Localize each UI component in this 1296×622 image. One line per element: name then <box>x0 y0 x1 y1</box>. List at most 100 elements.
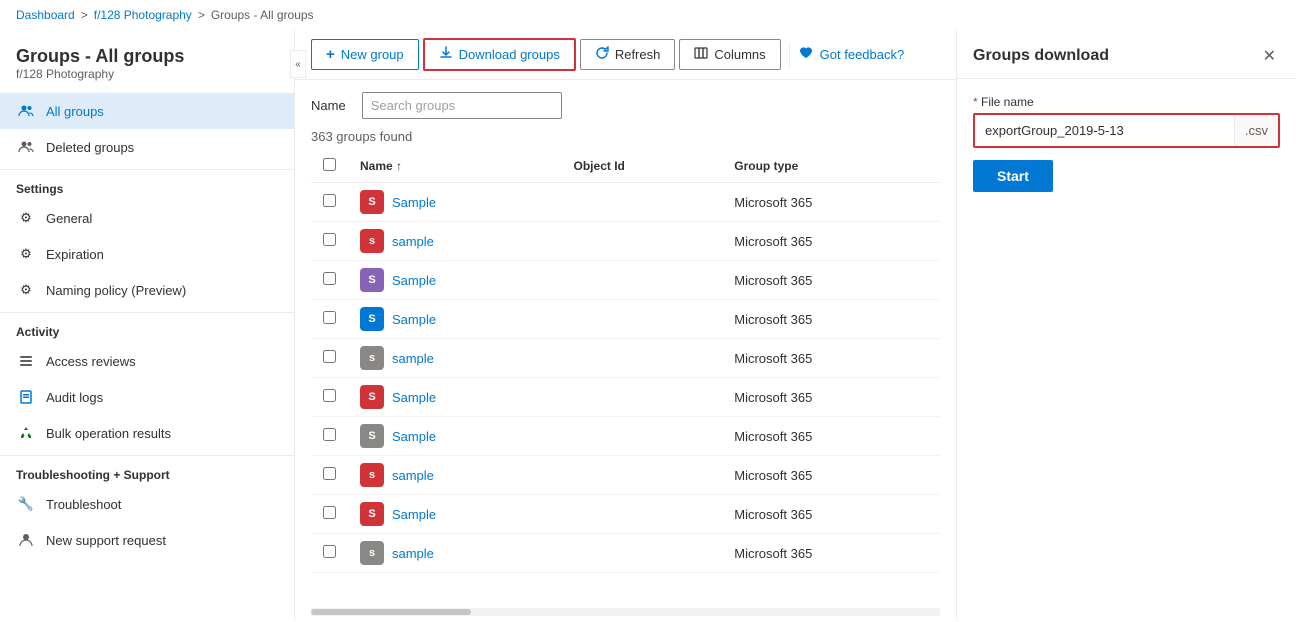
sidebar-item-audit-logs[interactable]: Audit logs <box>0 379 294 415</box>
select-all-checkbox[interactable] <box>323 158 336 171</box>
sidebar-item-naming-policy[interactable]: ⚙ Naming policy (Preview) <box>0 272 294 308</box>
group-name-link[interactable]: sample <box>392 468 434 483</box>
group-name-link[interactable]: Sample <box>392 429 436 444</box>
panel-close-button[interactable]: ✕ <box>1259 44 1280 68</box>
download-groups-button[interactable]: Download groups <box>423 38 576 71</box>
name-column-header: Name ↑ <box>348 150 562 183</box>
group-name-link[interactable]: sample <box>392 351 434 366</box>
sidebar-collapse-button[interactable]: « <box>290 50 306 78</box>
columns-icon <box>694 46 708 63</box>
sidebar-item-all-groups[interactable]: All groups <box>0 93 294 129</box>
group-type-cell: Microsoft 365 <box>722 378 940 417</box>
panel-body: * File name .csv Start <box>957 79 1296 208</box>
breadcrumb: Dashboard > f/128 Photography > Groups -… <box>0 0 1296 30</box>
file-name-input[interactable] <box>975 115 1234 146</box>
horizontal-scrollbar[interactable] <box>311 608 940 616</box>
page-title-area: Groups - All groups f/128 Photography <box>0 38 294 85</box>
result-count: 363 groups found <box>311 123 940 150</box>
table-row: s sample Microsoft 365 <box>311 534 940 573</box>
row-checkbox-9[interactable] <box>323 545 336 558</box>
row-checkbox-cell <box>311 495 348 534</box>
object-id-cell <box>562 456 723 495</box>
row-checkbox-1[interactable] <box>323 233 336 246</box>
gear-icon: ⚙ <box>16 208 36 228</box>
row-checkbox-2[interactable] <box>323 272 336 285</box>
plus-icon: + <box>326 46 335 63</box>
object-id-cell <box>562 339 723 378</box>
sidebar-item-new-support[interactable]: New support request <box>0 522 294 558</box>
group-type-cell: Microsoft 365 <box>722 222 940 261</box>
row-checkbox-cell <box>311 183 348 222</box>
group-name-link[interactable]: sample <box>392 234 434 249</box>
row-checkbox-3[interactable] <box>323 311 336 324</box>
object-id-cell <box>562 378 723 417</box>
breadcrumb-dashboard[interactable]: Dashboard <box>16 8 75 22</box>
table-row: S Sample Microsoft 365 <box>311 417 940 456</box>
start-button[interactable]: Start <box>973 160 1053 192</box>
name-cell: s sample <box>348 456 562 495</box>
group-name-link[interactable]: Sample <box>392 507 436 522</box>
page-subtitle: f/128 Photography <box>16 67 278 81</box>
group-name-link[interactable]: Sample <box>392 390 436 405</box>
all-groups-label: All groups <box>46 104 104 119</box>
columns-button[interactable]: Columns <box>679 39 780 70</box>
expiration-label: Expiration <box>46 247 104 262</box>
group-name-link[interactable]: sample <box>392 546 434 561</box>
row-checkbox-0[interactable] <box>323 194 336 207</box>
naming-policy-label: Naming policy (Preview) <box>46 283 186 298</box>
group-name-link[interactable]: Sample <box>392 312 436 327</box>
select-all-header <box>311 150 348 183</box>
person-support-icon <box>16 530 36 550</box>
name-cell: S Sample <box>348 261 562 300</box>
table-row: s sample Microsoft 365 <box>311 456 940 495</box>
row-checkbox-6[interactable] <box>323 428 336 441</box>
scrollbar-thumb[interactable] <box>311 609 471 615</box>
object-id-cell <box>562 417 723 456</box>
filter-row: Name <box>311 80 940 123</box>
row-checkbox-cell <box>311 456 348 495</box>
row-checkbox-4[interactable] <box>323 350 336 363</box>
file-name-input-row: .csv <box>973 113 1280 148</box>
page-title: Groups - All groups <box>16 46 278 67</box>
object-id-cell <box>562 495 723 534</box>
name-cell: s sample <box>348 339 562 378</box>
sidebar-item-bulk-operations[interactable]: Bulk operation results <box>0 415 294 451</box>
feedback-label: Got feedback? <box>820 47 905 62</box>
sidebar-item-general[interactable]: ⚙ General <box>0 200 294 236</box>
search-groups-input[interactable] <box>362 92 562 119</box>
refresh-button[interactable]: Refresh <box>580 39 676 70</box>
sidebar-item-troubleshoot[interactable]: 🔧 Troubleshoot <box>0 486 294 522</box>
new-group-button[interactable]: + New group <box>311 39 419 70</box>
panel-header: Groups download ✕ <box>957 30 1296 79</box>
group-name-link[interactable]: Sample <box>392 195 436 210</box>
download-icon <box>439 46 453 63</box>
table-row: s sample Microsoft 365 <box>311 222 940 261</box>
row-checkbox-cell <box>311 534 348 573</box>
row-checkbox-8[interactable] <box>323 506 336 519</box>
feedback-button[interactable]: Got feedback? <box>798 45 905 64</box>
toolbar-divider <box>789 43 790 67</box>
breadcrumb-org[interactable]: f/128 Photography <box>94 8 192 22</box>
row-checkbox-5[interactable] <box>323 389 336 402</box>
filter-name-label: Name <box>311 98 346 113</box>
settings-section-header: Settings <box>0 169 294 200</box>
object-id-cell <box>562 300 723 339</box>
name-cell: s sample <box>348 534 562 573</box>
sidebar: Groups - All groups f/128 Photography Al… <box>0 30 295 620</box>
required-indicator: * <box>973 95 981 109</box>
troubleshoot-label: Troubleshoot <box>46 497 121 512</box>
object-id-cell <box>562 261 723 300</box>
group-name-link[interactable]: Sample <box>392 273 436 288</box>
groups-table: Name ↑ Object Id Group type S Sample Mic… <box>311 150 940 573</box>
breadcrumb-current: Groups - All groups <box>211 8 314 22</box>
table-row: S Sample Microsoft 365 <box>311 378 940 417</box>
sidebar-item-expiration[interactable]: ⚙ Expiration <box>0 236 294 272</box>
general-label: General <box>46 211 92 226</box>
sidebar-item-deleted-groups[interactable]: Deleted groups <box>0 129 294 165</box>
table-row: s sample Microsoft 365 <box>311 339 940 378</box>
row-checkbox-cell <box>311 417 348 456</box>
row-checkbox-7[interactable] <box>323 467 336 480</box>
sidebar-item-access-reviews[interactable]: Access reviews <box>0 343 294 379</box>
table-row: S Sample Microsoft 365 <box>311 183 940 222</box>
refresh-icon <box>595 46 609 63</box>
